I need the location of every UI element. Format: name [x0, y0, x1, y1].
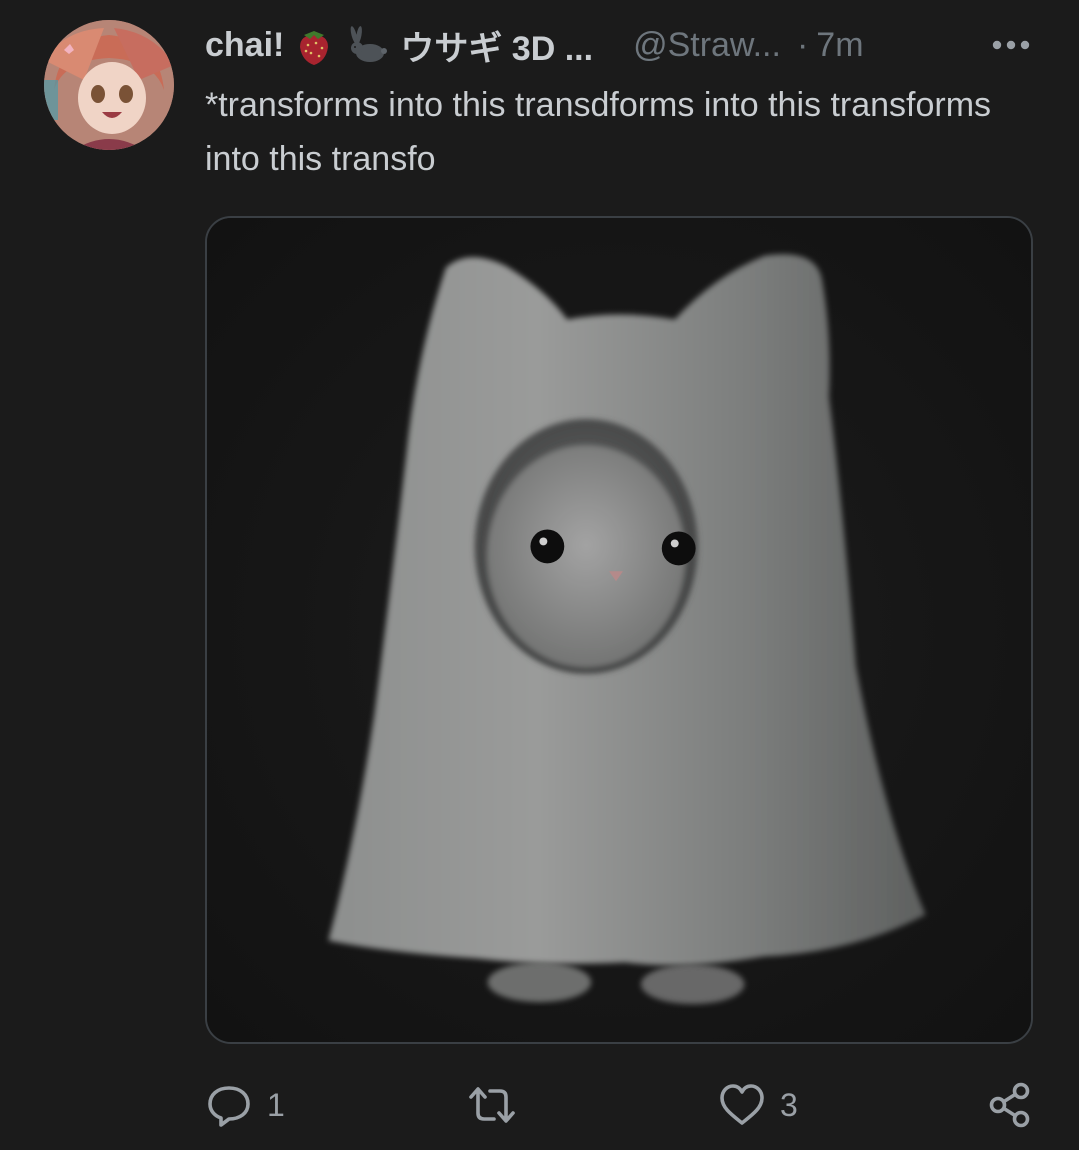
separator: · — [796, 25, 809, 64]
rabbit-emoji — [344, 23, 388, 67]
avatar[interactable] — [44, 20, 174, 150]
heart-icon — [720, 1084, 764, 1125]
share-icon — [989, 1082, 1030, 1128]
display-name[interactable]: chai! — [205, 26, 284, 65]
reply-count: 1 — [267, 1086, 285, 1123]
strawberry-emoji — [292, 23, 336, 67]
tweet-actions: 1 3 — [0, 1080, 1079, 1130]
avatar-image — [44, 20, 174, 150]
retweet-icon — [469, 1087, 515, 1123]
more-options-icon[interactable] — [990, 34, 1032, 56]
timestamp[interactable]: 7m — [816, 26, 863, 65]
like-button[interactable]: 3 — [718, 1080, 798, 1130]
reply-icon — [208, 1086, 250, 1127]
retweet-button[interactable] — [468, 1080, 530, 1130]
secondary-name[interactable]: ウサギ 3D ... — [400, 21, 593, 70]
tweet-text: *transforms into this transdforms into t… — [205, 86, 992, 178]
tweet-card[interactable]: chai! ウサギ 3D ... @Straw... · 7m *transfo… — [0, 0, 1079, 1150]
tweet-media[interactable] — [205, 216, 1033, 1044]
user-handle[interactable]: @Straw... — [633, 26, 781, 65]
tweet-header: chai! ウサギ 3D ... @Straw... · 7m — [205, 22, 1045, 68]
share-button[interactable] — [986, 1080, 1034, 1130]
ghost-cat-image — [207, 218, 1031, 1042]
reply-button[interactable]: 1 — [205, 1080, 285, 1130]
like-count: 3 — [780, 1086, 798, 1123]
